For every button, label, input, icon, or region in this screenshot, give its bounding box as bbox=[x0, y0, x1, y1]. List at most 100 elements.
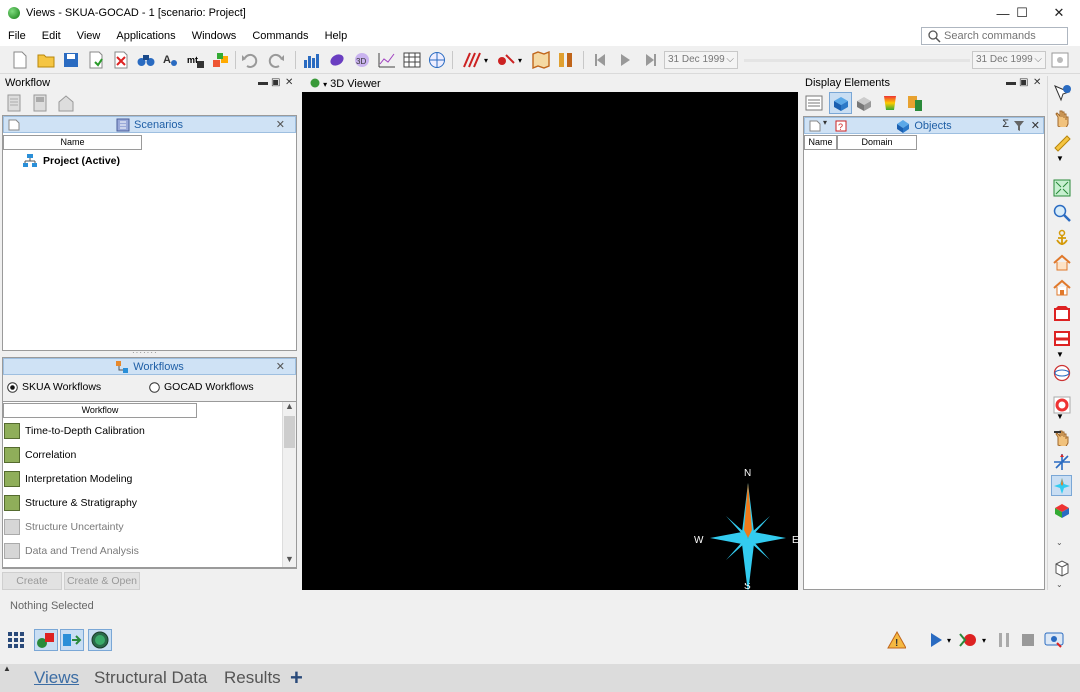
time-slider[interactable] bbox=[744, 59, 970, 62]
axis-cube-button[interactable] bbox=[1051, 500, 1072, 521]
panel-minimize-button[interactable]: ▬ bbox=[1006, 75, 1016, 91]
chevron-double-down-icon[interactable]: ⌄ bbox=[1056, 580, 1063, 589]
stop-button[interactable] bbox=[1018, 630, 1038, 650]
chevron-down-icon[interactable]: ▾ bbox=[823, 118, 827, 127]
page-icon[interactable] bbox=[809, 120, 821, 132]
new-workflow-button[interactable] bbox=[4, 93, 24, 113]
splitter-handle[interactable]: ······· bbox=[132, 349, 168, 357]
chevron-down-icon[interactable]: ▾ bbox=[323, 80, 327, 89]
panel-close-button[interactable]: ✕ bbox=[285, 75, 293, 91]
markers-dropdown[interactable]: ▾ bbox=[514, 50, 526, 70]
collapse-arrow-icon[interactable]: ▲ bbox=[3, 664, 11, 673]
workflow-item[interactable]: Structure Uncertainty bbox=[4, 516, 124, 538]
scroll-thumb[interactable] bbox=[284, 416, 295, 448]
close-icon[interactable]: ✕ bbox=[276, 360, 285, 373]
objects-name-column[interactable]: Name bbox=[804, 135, 837, 150]
record-button[interactable] bbox=[958, 630, 978, 650]
workflow-column-header[interactable]: Workflow bbox=[3, 403, 197, 418]
step-back-button[interactable] bbox=[591, 50, 611, 70]
tab-views[interactable]: Views bbox=[34, 668, 79, 688]
pan-tool-button[interactable] bbox=[1051, 107, 1072, 128]
filter-icon[interactable] bbox=[1013, 120, 1025, 132]
surface-button[interactable] bbox=[327, 50, 347, 70]
scroll-down-icon[interactable]: ▼ bbox=[285, 554, 294, 564]
scroll-up-icon[interactable]: ▲ bbox=[285, 401, 294, 411]
delete-button[interactable] bbox=[111, 50, 131, 70]
workflow-item[interactable]: Interpretation Modeling bbox=[4, 468, 132, 490]
markers-button[interactable] bbox=[496, 50, 516, 70]
panel-maximize-button[interactable]: ▣ bbox=[1019, 75, 1028, 91]
home-workflow-button[interactable] bbox=[56, 93, 76, 113]
well-tool-dropdown[interactable]: ▾ bbox=[480, 50, 492, 70]
create-open-button[interactable]: Create & Open bbox=[64, 572, 140, 590]
3d-view-button[interactable]: 3D bbox=[352, 50, 372, 70]
perspective-button[interactable] bbox=[1051, 557, 1072, 578]
chevron-down-icon[interactable]: ▼ bbox=[1056, 412, 1064, 421]
app-grid-button[interactable] bbox=[6, 630, 26, 650]
objects-view-button[interactable] bbox=[829, 92, 852, 114]
colormap-button[interactable] bbox=[880, 93, 900, 113]
histogram-button[interactable] bbox=[302, 50, 322, 70]
map-view-button[interactable] bbox=[427, 50, 447, 70]
compass-toggle-button[interactable] bbox=[1051, 475, 1072, 496]
menu-applications[interactable]: Applications bbox=[108, 26, 183, 46]
notification-button[interactable]: ! bbox=[886, 630, 906, 650]
home-view-button[interactable] bbox=[1051, 252, 1072, 273]
well-tool-button[interactable] bbox=[462, 50, 482, 70]
grey-objects-button[interactable] bbox=[854, 93, 874, 113]
search-commands-box[interactable] bbox=[921, 27, 1068, 45]
open-workflow-button[interactable] bbox=[30, 93, 50, 113]
start-date-select[interactable]: 31 Dec 1999 ⌵ bbox=[664, 51, 738, 69]
play-button[interactable] bbox=[615, 50, 635, 70]
maximize-button[interactable]: ☐ bbox=[1004, 0, 1040, 26]
select-tool-button[interactable] bbox=[1051, 82, 1072, 103]
axes-tool-button[interactable] bbox=[1051, 451, 1072, 472]
panel-minimize-button[interactable]: ▬ bbox=[258, 75, 268, 91]
objects-button[interactable] bbox=[211, 50, 231, 70]
gocad-workflows-radio[interactable]: GOCAD Workflows bbox=[149, 381, 254, 393]
end-date-select[interactable]: 31 Dec 1999 ⌵ bbox=[972, 51, 1046, 69]
properties-button[interactable] bbox=[905, 93, 925, 113]
home-view-alt-button[interactable] bbox=[1051, 277, 1072, 298]
chevron-double-down-icon[interactable]: ⌄ bbox=[1056, 538, 1063, 547]
workflow-item[interactable]: Data and Trend Analysis bbox=[4, 540, 139, 562]
chevron-down-icon[interactable]: ▾ bbox=[947, 636, 951, 645]
fault-tool-button[interactable] bbox=[556, 50, 576, 70]
anchor-tool-button[interactable] bbox=[1051, 227, 1072, 248]
workflow-scrollbar[interactable]: ▲ ▼ bbox=[282, 401, 296, 567]
section-box-alt-button[interactable] bbox=[1051, 327, 1072, 348]
step-forward-button[interactable] bbox=[640, 50, 660, 70]
objects-domain-column[interactable]: Domain bbox=[837, 135, 917, 150]
save-button[interactable] bbox=[61, 50, 81, 70]
section-box-button[interactable] bbox=[1051, 302, 1072, 323]
panel-maximize-button[interactable]: ▣ bbox=[271, 75, 280, 91]
chevron-down-icon[interactable]: ▾ bbox=[982, 636, 986, 645]
close-icon[interactable]: ✕ bbox=[276, 118, 285, 131]
3d-viewer-canvas[interactable]: N W E S bbox=[302, 92, 799, 590]
macro-settings-button[interactable] bbox=[1044, 630, 1064, 650]
pause-button[interactable] bbox=[994, 630, 1014, 650]
redo-button[interactable] bbox=[266, 50, 286, 70]
open-folder-button[interactable] bbox=[36, 50, 56, 70]
viewer-mode-button[interactable] bbox=[88, 629, 112, 651]
new-file-button[interactable] bbox=[10, 50, 30, 70]
zoom-tool-button[interactable] bbox=[1051, 202, 1072, 223]
scenarios-tab[interactable]: Scenarios ✕ bbox=[3, 116, 296, 133]
workflows-tab[interactable]: Workflows ✕ bbox=[3, 358, 296, 375]
skua-workflows-radio[interactable]: SKUA Workflows bbox=[7, 381, 101, 393]
tab-results[interactable]: Results bbox=[224, 668, 281, 688]
script-button[interactable]: mt bbox=[186, 50, 206, 70]
crossplot-button[interactable] bbox=[377, 50, 397, 70]
run-button[interactable] bbox=[926, 630, 946, 650]
search-input[interactable] bbox=[944, 30, 1062, 42]
menu-windows[interactable]: Windows bbox=[184, 26, 245, 46]
menu-help[interactable]: Help bbox=[317, 26, 356, 46]
sigma-icon[interactable]: Σ bbox=[1002, 118, 1009, 130]
workflow-item[interactable]: Time-to-Depth Calibration bbox=[4, 420, 145, 442]
scenarios-name-column[interactable]: Name bbox=[3, 135, 142, 150]
menu-commands[interactable]: Commands bbox=[244, 26, 316, 46]
menu-file[interactable]: File bbox=[0, 26, 34, 46]
text-search-button[interactable]: A bbox=[161, 50, 181, 70]
tab-structural-data[interactable]: Structural Data bbox=[94, 668, 207, 688]
rotate-tool-button[interactable] bbox=[1051, 362, 1072, 383]
